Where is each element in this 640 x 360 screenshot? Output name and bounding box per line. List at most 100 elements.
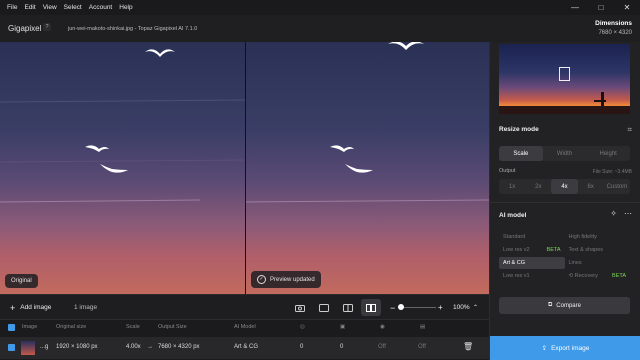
- bird-icon: [145, 49, 175, 57]
- model-low-res-v1[interactable]: Low res v1: [499, 270, 565, 282]
- preview-area[interactable]: Original ✓ Preview updated: [0, 42, 489, 294]
- compare-label: Compare: [556, 302, 581, 309]
- ai-model-title: AI model: [499, 212, 527, 219]
- original-size: 1920 × 1080 px: [56, 344, 98, 350]
- menu-view[interactable]: View: [43, 4, 57, 11]
- bird-icon: [330, 145, 354, 152]
- viewport-box[interactable]: [559, 67, 570, 81]
- arrow-right-icon: →: [147, 344, 153, 350]
- model-low-res-v2[interactable]: Low res v2 BETA: [499, 244, 565, 256]
- dimensions-value: 7680 × 4320: [598, 30, 632, 36]
- beta-badge: BETA: [612, 272, 626, 279]
- tab-width[interactable]: Width: [543, 146, 587, 161]
- layer-value: Off: [418, 344, 426, 350]
- scale-custom[interactable]: Custom: [604, 179, 630, 194]
- menu-account[interactable]: Account: [89, 4, 113, 11]
- scale-1x[interactable]: 1x: [499, 179, 525, 194]
- model-art-cg[interactable]: Art & CG: [499, 257, 565, 269]
- app-name: Gigapixel: [8, 24, 42, 33]
- output-label: Output: [499, 168, 516, 174]
- bird-icon: [85, 145, 109, 152]
- model-lines[interactable]: Lines: [565, 257, 631, 269]
- crop-icon[interactable]: ⌗: [627, 125, 632, 135]
- image-count: 1 image: [74, 304, 98, 311]
- model-high-fidelity[interactable]: High fidelity: [565, 231, 631, 243]
- scale-4x[interactable]: 4x: [551, 179, 578, 194]
- model-row: Art & CG Lines: [499, 257, 630, 269]
- trash-icon[interactable]: 🗑: [463, 342, 473, 351]
- more-icon[interactable]: ⋯: [624, 209, 632, 218]
- minimize-button[interactable]: —: [562, 0, 588, 15]
- divider: [490, 202, 640, 203]
- lock-icon: ▣: [340, 324, 346, 330]
- col-output-size: Output Size: [158, 324, 187, 330]
- dimensions-label: Dimensions: [595, 20, 632, 27]
- resize-mode-title: Resize mode: [499, 126, 539, 133]
- add-image-label: Add image: [20, 304, 52, 311]
- preview-badge: ✓ Preview updated: [251, 271, 321, 288]
- zoom-slider[interactable]: [398, 304, 436, 310]
- row-checkbox[interactable]: [8, 344, 15, 351]
- scale-2x[interactable]: 2x: [525, 179, 551, 194]
- face-icon: ◎: [300, 324, 305, 330]
- tab-scale[interactable]: Scale: [499, 146, 543, 161]
- navigator-thumbnail[interactable]: [499, 44, 630, 114]
- dimensions-readout: Dimensions 7680 × 4320: [595, 20, 632, 36]
- export-button[interactable]: ⇪ Export image: [490, 336, 640, 360]
- maximize-button[interactable]: □: [588, 0, 614, 15]
- select-all-checkbox[interactable]: [8, 324, 15, 331]
- zoom-level[interactable]: 100%: [453, 299, 470, 316]
- output-size: 7680 × 4320 px: [158, 344, 200, 350]
- model-standard[interactable]: Standard: [499, 231, 565, 243]
- export-icon: ⇪: [541, 345, 548, 352]
- single-view-icon[interactable]: [314, 299, 334, 316]
- zoom-out-icon[interactable]: −: [390, 299, 395, 316]
- plus-icon: +: [10, 302, 16, 313]
- zoom-slider-handle[interactable]: [398, 304, 404, 310]
- compare-icon: ⧉: [548, 302, 553, 308]
- camera-icon[interactable]: [290, 299, 310, 316]
- settings-icon: ◉: [380, 324, 385, 330]
- image-table-header: Image Original size Scale Output Size AI…: [0, 319, 489, 334]
- check-circle-icon: ✓: [257, 275, 266, 284]
- face-value: 0: [300, 344, 304, 350]
- image-name: ...g: [40, 344, 49, 350]
- output-scale-options: 1x 2x 4x 6x Custom: [499, 179, 630, 194]
- menu-file[interactable]: File: [7, 4, 17, 11]
- bird-icon: [100, 164, 128, 173]
- split-divider[interactable]: [245, 42, 246, 294]
- table-row[interactable]: ...g 1920 × 1080 px 4.00x → 7680 × 4320 …: [0, 337, 489, 359]
- split-view-icon[interactable]: [338, 299, 358, 316]
- help-badge[interactable]: ?: [43, 23, 51, 31]
- image-thumbnail: [21, 341, 35, 355]
- resize-tabs: Scale Width Height: [499, 146, 630, 161]
- model-row: Low res v1 ⟲ Recovery BETA: [499, 270, 630, 282]
- original-label: Original: [11, 278, 32, 284]
- menu-help[interactable]: Help: [119, 4, 132, 11]
- bird-icon: [345, 164, 373, 173]
- compare-button[interactable]: ⧉ Compare: [499, 297, 630, 314]
- title-bar: Gigapixel ? jun-wei-makoto-shinkai.jpg -…: [0, 15, 640, 43]
- add-image-button[interactable]: + Add image: [10, 299, 51, 316]
- model-text-shapes[interactable]: Text & shapes: [565, 244, 631, 256]
- menu-select[interactable]: Select: [64, 4, 82, 11]
- close-button[interactable]: ✕: [614, 0, 640, 15]
- export-label: Export image: [551, 344, 590, 352]
- setting-value: Off: [378, 344, 386, 350]
- side-by-side-icon[interactable]: [361, 299, 381, 316]
- settings-panel: Resize mode ⌗ Scale Width Height Output …: [489, 42, 640, 360]
- scale-6x[interactable]: 6x: [578, 179, 604, 194]
- menu-edit[interactable]: Edit: [24, 4, 35, 11]
- tab-height[interactable]: Height: [586, 146, 630, 161]
- window-controls: — □ ✕: [562, 0, 640, 15]
- window-title: jun-wei-makoto-shinkai.jpg - Topaz Gigap…: [68, 26, 198, 32]
- bird-icon: [388, 42, 424, 50]
- model-row: Low res v2 BETA Text & shapes: [499, 244, 630, 256]
- preview-toolbar: + Add image 1 image − + 100% ⌃: [0, 294, 489, 320]
- zoom-in-icon[interactable]: +: [438, 299, 443, 316]
- model-recovery[interactable]: ⟲ Recovery BETA: [565, 270, 631, 282]
- chevron-up-icon[interactable]: ⌃: [473, 299, 478, 316]
- sparkle-icon[interactable]: ✧: [610, 209, 617, 218]
- lock-value: 0: [340, 344, 344, 350]
- col-scale: Scale: [126, 324, 140, 330]
